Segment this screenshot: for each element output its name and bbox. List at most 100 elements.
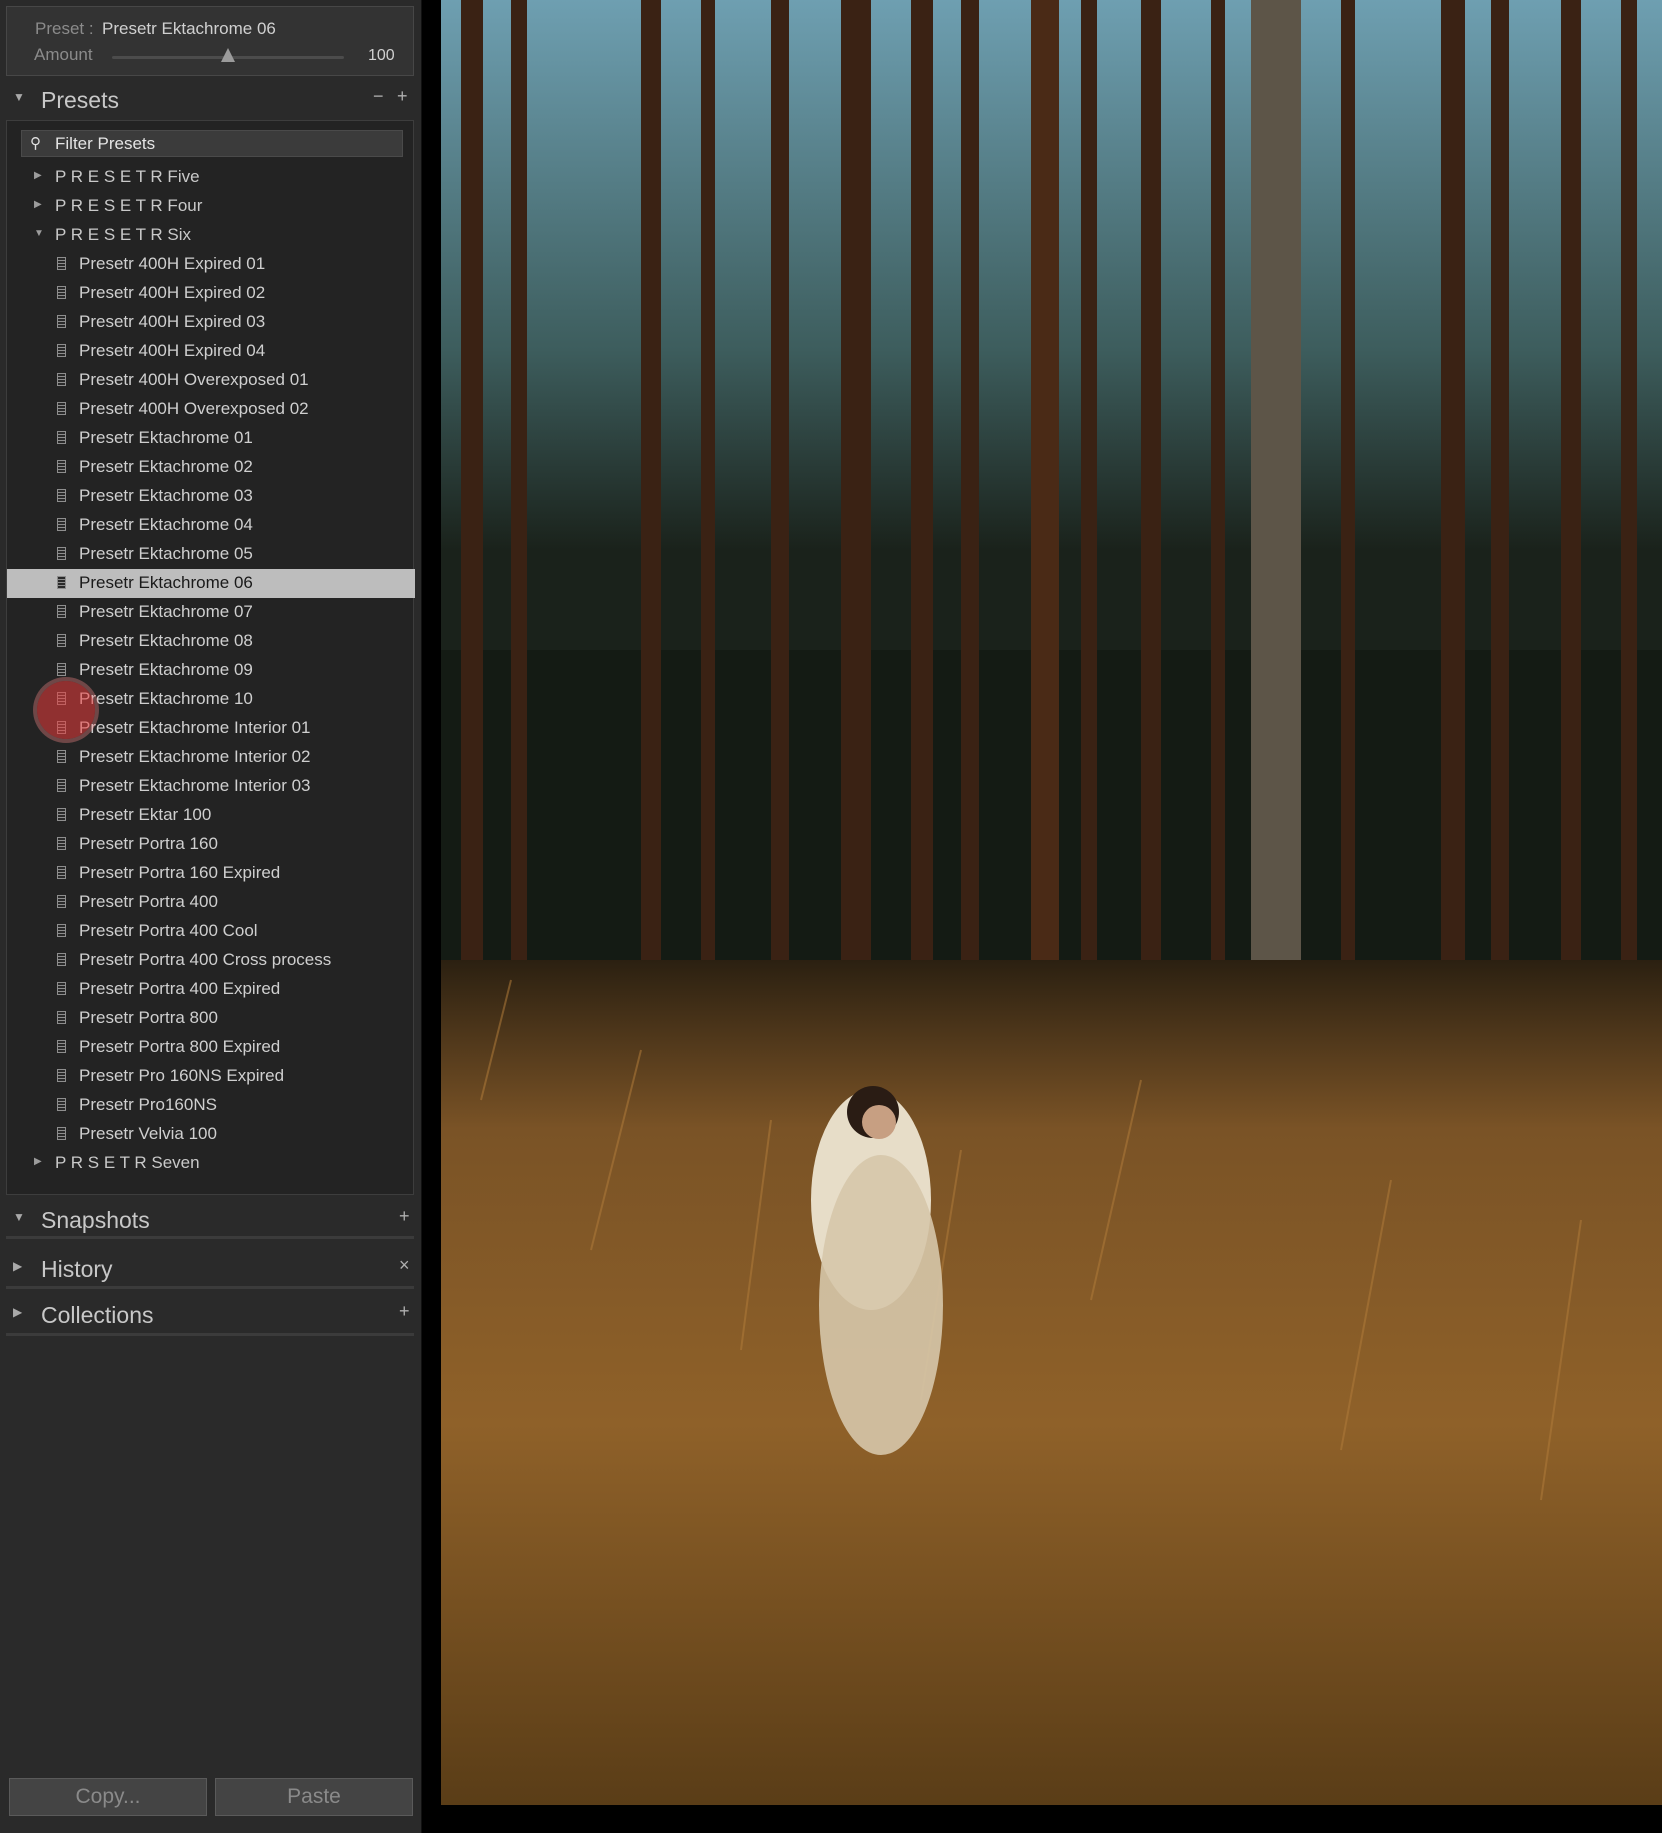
preset-item[interactable]: Presetr 400H Expired 02	[7, 279, 415, 308]
preset-item-label: Presetr 400H Expired 03	[79, 312, 266, 331]
triangle-down-icon[interactable]: ▼	[34, 228, 44, 239]
preset-document-icon	[57, 431, 66, 444]
preset-document-icon	[57, 663, 66, 676]
triangle-right-icon[interactable]: ▶	[34, 170, 42, 181]
preset-item[interactable]: Presetr Portra 160	[7, 830, 415, 859]
preset-item-label: Presetr 400H Overexposed 01	[79, 370, 309, 389]
click-indicator	[37, 681, 95, 739]
preset-item[interactable]: Presetr Ektar 100	[7, 801, 415, 830]
preset-document-icon	[57, 1069, 66, 1082]
preset-item-label: Presetr Portra 160 Expired	[79, 863, 281, 882]
preset-item[interactable]: Presetr Portra 400 Cool	[7, 917, 415, 946]
preset-item[interactable]: Presetr Ektachrome 08	[7, 627, 415, 656]
preset-item[interactable]: Presetr Velvia 100	[7, 1120, 415, 1149]
preset-document-icon	[57, 402, 66, 415]
triangle-right-icon[interactable]: ▶	[34, 1156, 42, 1167]
preset-item[interactable]: Presetr Portra 400 Expired	[7, 975, 415, 1004]
preset-document-icon	[57, 1040, 66, 1053]
preset-item[interactable]: Presetr Portra 400 Cross process	[7, 946, 415, 975]
preset-value: Presetr Ektachrome 06	[102, 19, 276, 38]
preset-document-icon	[57, 1011, 66, 1024]
triangle-down-icon[interactable]: ▼	[13, 90, 25, 104]
triangle-right-icon[interactable]: ▶	[34, 199, 42, 210]
preset-item-label: Presetr Portra 800	[79, 1008, 218, 1027]
remove-preset-button[interactable]: −	[373, 86, 384, 107]
panel-divider	[6, 1333, 414, 1336]
triangle-down-icon[interactable]: ▼	[13, 1210, 25, 1224]
preset-folder[interactable]: ▼ P R E S E T R Six	[7, 221, 415, 250]
preset-folder-label: P R E S E T R Five	[55, 167, 200, 186]
develop-left-panel: Preset : Presetr Ektachrome 06 Amount 10…	[0, 0, 422, 1833]
preset-item-label: Presetr Velvia 100	[79, 1124, 217, 1143]
preset-item[interactable]: Presetr Pro 160NS Expired	[7, 1062, 415, 1091]
preset-item[interactable]: Presetr 400H Expired 04	[7, 337, 415, 366]
filter-presets-placeholder: Filter Presets	[55, 134, 156, 153]
preset-item-label: Presetr Portra 160	[79, 834, 218, 853]
preset-item[interactable]: Presetr 400H Expired 01	[7, 250, 415, 279]
preset-item-selected[interactable]: Presetr Ektachrome 06	[7, 569, 415, 598]
preset-item[interactable]: Presetr Ektachrome 07	[7, 598, 415, 627]
photo-preview	[441, 0, 1662, 1805]
preset-item[interactable]: Presetr Portra 800 Expired	[7, 1033, 415, 1062]
preset-item-label: Presetr Ektachrome 02	[79, 457, 253, 476]
preset-document-icon	[57, 895, 66, 908]
presets-title: Presets	[41, 87, 119, 113]
preset-document-icon	[57, 808, 66, 821]
copy-settings-button[interactable]: Copy...	[9, 1778, 207, 1816]
preset-item[interactable]: Presetr Ektachrome 02	[7, 453, 415, 482]
add-preset-button[interactable]: +	[397, 86, 408, 107]
triangle-right-icon[interactable]: ▶	[13, 1259, 22, 1273]
preset-item[interactable]: Presetr 400H Overexposed 01	[7, 366, 415, 395]
clear-history-button[interactable]: ×	[399, 1255, 410, 1276]
preset-item[interactable]: Presetr Portra 160 Expired	[7, 859, 415, 888]
preset-folder[interactable]: ▶ P R S E T R Seven	[7, 1149, 415, 1178]
preset-document-icon	[57, 489, 66, 502]
preset-folder[interactable]: ▶ P R E S E T R Five	[7, 163, 415, 192]
preset-folder[interactable]: ▶ P R E S E T R Four	[7, 192, 415, 221]
preset-item[interactable]: Presetr Ektachrome 03	[7, 482, 415, 511]
preset-document-icon	[57, 547, 66, 560]
preset-document-icon	[57, 1127, 66, 1140]
preset-item[interactable]: Presetr Portra 400	[7, 888, 415, 917]
snapshots-panel-header[interactable]: ▼ Snapshots +	[6, 1202, 414, 1238]
preset-document-icon	[57, 257, 66, 270]
preset-item-label: Presetr Ektachrome 03	[79, 486, 253, 505]
preset-document-icon	[57, 344, 66, 357]
preset-item-label: Presetr Portra 400 Expired	[79, 979, 281, 998]
preset-folder-label: P R E S E T R Six	[55, 225, 192, 244]
preset-item[interactable]: Presetr Ektachrome 01	[7, 424, 415, 453]
preset-item[interactable]: Presetr Pro160NS	[7, 1091, 415, 1120]
preset-folder-label: P R E S E T R Four	[55, 196, 203, 215]
preset-item-label: Presetr Ektachrome 01	[79, 428, 253, 447]
paste-settings-button[interactable]: Paste	[215, 1778, 413, 1816]
preset-document-icon	[57, 837, 66, 850]
preset-document-icon	[57, 924, 66, 937]
amount-slider[interactable]	[112, 48, 344, 62]
preset-item[interactable]: Presetr Ektachrome Interior 03	[7, 772, 415, 801]
preset-item-label: Presetr 400H Expired 01	[79, 254, 266, 273]
preset-item-label: Presetr Portra 400 Cool	[79, 921, 258, 940]
preset-document-icon	[57, 460, 66, 473]
preset-item[interactable]: Presetr 400H Expired 03	[7, 308, 415, 337]
preset-item[interactable]: Presetr Portra 800	[7, 1004, 415, 1033]
add-snapshot-button[interactable]: +	[399, 1206, 410, 1227]
amount-slider-thumb[interactable]	[221, 48, 235, 62]
preset-item[interactable]: Presetr Ektachrome 05	[7, 540, 415, 569]
preset-document-icon	[57, 779, 66, 792]
preset-item-label: Presetr Pro 160NS Expired	[79, 1066, 285, 1085]
magnifier-icon: ⚲	[30, 135, 41, 152]
triangle-right-icon[interactable]: ▶	[13, 1305, 22, 1319]
preset-document-icon	[57, 634, 66, 647]
preset-item-label: Presetr Ektachrome 08	[79, 631, 253, 650]
filter-presets-input[interactable]: ⚲ Filter Presets	[21, 130, 403, 157]
preset-item[interactable]: Presetr 400H Overexposed 02	[7, 395, 415, 424]
presets-panel-header[interactable]: ▼ Presets − +	[6, 82, 414, 118]
history-panel-header[interactable]: ▶ History ×	[6, 1251, 414, 1287]
add-collection-button[interactable]: +	[399, 1301, 410, 1322]
collections-panel-header[interactable]: ▶ Collections +	[6, 1297, 414, 1333]
preset-item[interactable]: Presetr Ektachrome 04	[7, 511, 415, 540]
preset-document-icon	[57, 315, 66, 328]
preset-item[interactable]: Presetr Ektachrome Interior 02	[7, 743, 415, 772]
preset-item-label: Presetr Pro160NS	[79, 1095, 217, 1114]
bottom-button-bar: Copy... Paste	[6, 1762, 414, 1819]
